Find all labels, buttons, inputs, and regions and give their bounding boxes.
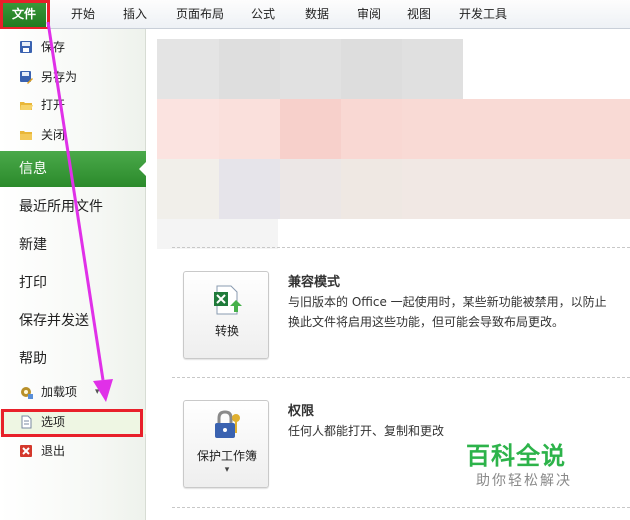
save-as-command[interactable]: 另存为	[0, 65, 146, 89]
save-label: 保存	[41, 40, 66, 54]
save-as-label: 另存为	[41, 70, 78, 84]
tab-insert[interactable]: 插入	[112, 0, 158, 28]
permissions-desc: 任何人都能打开、复制和更改	[288, 424, 445, 438]
addins-dropdown-icon: ▾	[95, 387, 100, 397]
convert-button[interactable]: 转换	[183, 271, 269, 359]
nav-recent-files[interactable]: 最近所用文件	[0, 189, 146, 225]
nav-help[interactable]: 帮助	[0, 341, 146, 377]
protect-workbook-label: 保护工作簿	[196, 449, 257, 463]
backstage-sidebar: 保存 另存为 打开 关闭 信息 最近所用文件 新建 打印 保存并发送 帮助 加载…	[0, 29, 147, 520]
protect-workbook-dropdown-icon: ▾	[224, 465, 230, 475]
tab-data[interactable]: 数据	[294, 0, 340, 28]
close-command[interactable]: 关闭	[0, 123, 146, 147]
exit-command[interactable]: 退出	[0, 439, 146, 463]
addins-label: 加载项	[41, 385, 78, 399]
save-command[interactable]: 保存	[0, 35, 146, 59]
section-divider	[172, 377, 630, 378]
tab-home[interactable]: 开始	[58, 0, 108, 28]
section-divider	[172, 247, 630, 248]
tab-page-layout[interactable]: 页面布局	[168, 0, 232, 28]
save-icon	[20, 41, 32, 53]
tab-review[interactable]: 审阅	[346, 0, 392, 28]
open-label: 打开	[41, 98, 66, 112]
exit-label: 退出	[41, 444, 66, 458]
nav-new[interactable]: 新建	[0, 227, 146, 263]
tab-developer[interactable]: 开发工具	[450, 0, 516, 28]
exit-icon	[20, 445, 32, 457]
nav-save-and-send[interactable]: 保存并发送	[0, 303, 146, 339]
nav-print[interactable]: 打印	[0, 265, 146, 301]
options-highlight-box	[1, 409, 143, 437]
tab-view[interactable]: 视图	[396, 0, 442, 28]
compat-mode-desc-line2: 换此文件将启用这些功能，但可能会导致布局更改。	[288, 315, 565, 329]
open-folder-icon	[20, 102, 33, 110]
tab-formulas[interactable]: 公式	[240, 0, 286, 28]
protect-workbook-button[interactable]: 保护工作簿 ▾	[183, 400, 269, 488]
section-divider	[172, 507, 630, 508]
compat-mode-desc-line1: 与旧版本的 Office 一起使用时，某些新功能被禁用，以防止	[288, 295, 607, 309]
addins-gear-icon	[21, 387, 33, 399]
permissions-title: 权限	[288, 404, 315, 419]
excel-convert-icon	[214, 285, 242, 315]
ribbon-tab-bar: 文件 开始 插入 页面布局 公式 数据 审阅 视图 开发工具	[0, 0, 630, 29]
compat-mode-title: 兼容模式	[288, 275, 341, 290]
convert-button-label: 转换	[214, 324, 239, 338]
close-label: 关闭	[41, 128, 66, 142]
open-command[interactable]: 打开	[0, 93, 146, 117]
watermark-subtitle: 助你轻松解决	[476, 473, 572, 489]
addins-command[interactable]: 加载项 ▾	[0, 380, 146, 404]
folder-icon	[20, 131, 32, 140]
lock-key-icon	[215, 410, 240, 438]
blurred-file-preview	[157, 39, 630, 249]
nav-info[interactable]: 信息	[0, 151, 147, 187]
file-tab-highlight-box	[0, 0, 50, 30]
save-as-icon	[20, 71, 33, 84]
watermark-title: 百科全说	[466, 442, 566, 470]
